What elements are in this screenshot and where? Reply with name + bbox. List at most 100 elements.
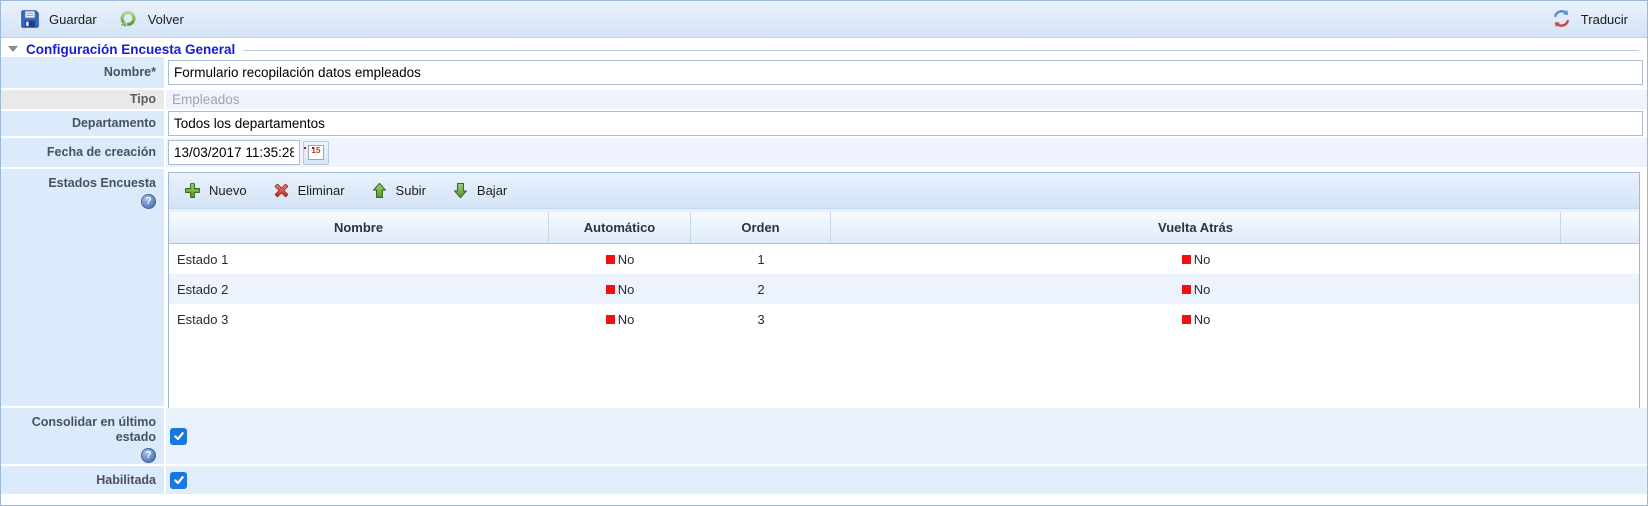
consolidar-label-cell: Consolidar en último estado ? (1, 408, 164, 466)
fieldset-border-line (243, 50, 1639, 51)
fecha-field-cell: 15 (164, 138, 1647, 169)
cell-nombre: Estado 2 (169, 274, 549, 304)
form-row-nombre: Nombre* (1, 57, 1647, 90)
grid-empty-area (169, 334, 1639, 408)
grid-up-label: Subir (396, 183, 426, 198)
survey-config-window: Guardar Volver (0, 0, 1648, 506)
habilitada-checkbox[interactable] (170, 472, 187, 489)
red-cross-icon (273, 182, 290, 199)
departamento-label-cell: Departamento (1, 111, 164, 138)
form-row-fecha: Fecha de creación 15 (1, 138, 1647, 169)
red-square-icon (606, 255, 615, 264)
nombre-label-cell: Nombre* (1, 57, 164, 90)
red-square-icon (606, 315, 615, 324)
collapse-fieldset-icon[interactable] (8, 46, 18, 52)
fecha-label-cell: Fecha de creación (1, 138, 164, 169)
estados-field-cell: Nuevo Eliminar (164, 169, 1647, 408)
form-row-departamento: Departamento (1, 111, 1647, 138)
table-row-estado-2[interactable]: Estado 2 No 2 No (169, 274, 1639, 304)
departamento-input[interactable] (168, 111, 1643, 136)
back-button[interactable]: Volver (112, 6, 191, 32)
cell-automatico: No (549, 244, 691, 274)
arrow-down-icon (452, 182, 469, 199)
consolidar-label: Consolidar en último estado (6, 415, 156, 445)
column-header-filler (1561, 212, 1639, 243)
back-button-label: Volver (148, 12, 184, 27)
estados-help-icon[interactable]: ? (141, 194, 156, 209)
grid-delete-button[interactable]: Eliminar (265, 179, 353, 202)
consolidar-field-cell (164, 408, 1647, 466)
translate-button-label: Traducir (1581, 12, 1628, 27)
habilitada-label: Habilitada (96, 473, 156, 488)
estados-label: Estados Encuesta (48, 176, 156, 191)
cell-nombre: Estado 3 (169, 304, 549, 334)
cell-vuelta-atras-text: No (1194, 282, 1211, 297)
fecha-label: Fecha de creación (47, 145, 156, 160)
translate-button[interactable]: Traducir (1545, 6, 1635, 32)
column-header-automatico[interactable]: Automático (549, 212, 691, 243)
cell-automatico: No (549, 304, 691, 334)
grid-down-button[interactable]: Bajar (444, 179, 515, 202)
form-row-estados: Estados Encuesta ? (1, 169, 1647, 408)
table-row-estado-3[interactable]: Estado 3 No 3 No (169, 304, 1639, 334)
grid-up-button[interactable]: Subir (363, 179, 434, 202)
form-row-consolidar: Consolidar en último estado ? (1, 408, 1647, 466)
nombre-field-cell (164, 57, 1647, 90)
plus-icon (184, 182, 201, 199)
red-square-icon (606, 285, 615, 294)
table-row-estado-1[interactable]: Estado 1 No 1 No (169, 244, 1639, 274)
grid-new-label: Nuevo (209, 183, 247, 198)
fieldset-legend-row: Configuración Encuesta General (1, 38, 1647, 57)
cell-vuelta-atras-text: No (1194, 312, 1211, 327)
calendar-icon: 15 (308, 145, 324, 160)
nombre-label: Nombre* (104, 65, 156, 80)
bottom-filler (1, 496, 1647, 505)
cell-vuelta-atras: No (831, 304, 1561, 334)
cell-vuelta-atras-text: No (1194, 252, 1211, 267)
grid-new-button[interactable]: Nuevo (176, 179, 255, 202)
grid-toolbar: Nuevo Eliminar (169, 173, 1639, 209)
habilitada-field-cell (164, 466, 1647, 496)
red-square-icon (1182, 255, 1191, 264)
column-header-nombre[interactable]: Nombre (169, 212, 549, 243)
fecha-input[interactable] (168, 140, 300, 165)
cell-orden: 3 (691, 304, 831, 334)
column-header-vuelta-atras[interactable]: Vuelta Atrás (831, 212, 1561, 243)
form-row-habilitada: Habilitada (1, 466, 1647, 496)
cell-vuelta-atras: No (831, 244, 1561, 274)
calendar-trigger-button[interactable]: 15 (303, 141, 329, 165)
departamento-field-cell (164, 111, 1647, 138)
translate-icon (1552, 9, 1572, 29)
cell-nombre: Estado 1 (169, 244, 549, 274)
back-arrow-icon (119, 9, 139, 29)
cell-orden: 2 (691, 274, 831, 304)
tipo-value: Empleados (168, 92, 240, 107)
estados-grid: Nuevo Eliminar (168, 172, 1640, 409)
departamento-label: Departamento (72, 116, 156, 131)
cell-automatico: No (549, 274, 691, 304)
cell-automatico-text: No (618, 312, 635, 327)
checkmark-icon (173, 430, 185, 442)
save-button[interactable]: Guardar (13, 6, 104, 32)
estados-label-cell: Estados Encuesta ? (1, 169, 164, 408)
nombre-input[interactable] (168, 60, 1643, 85)
grid-down-label: Bajar (477, 183, 507, 198)
fieldset-legend-title: Configuración Encuesta General (26, 42, 235, 57)
red-square-icon (1182, 285, 1191, 294)
red-square-icon (1182, 315, 1191, 324)
cell-vuelta-atras: No (831, 274, 1561, 304)
tipo-label-cell: Tipo (1, 90, 164, 111)
cell-automatico-text: No (618, 282, 635, 297)
tipo-label: Tipo (130, 92, 156, 107)
consolidar-help-icon[interactable]: ? (141, 448, 156, 463)
grid-header-row: Nombre Automático Orden Vuelta Atrás (169, 212, 1639, 244)
grid-delete-label: Eliminar (298, 183, 345, 198)
column-header-orden[interactable]: Orden (691, 212, 831, 243)
consolidar-checkbox[interactable] (170, 428, 187, 445)
form-row-tipo: Tipo Empleados (1, 90, 1647, 111)
habilitada-label-cell: Habilitada (1, 466, 164, 496)
arrow-up-icon (371, 182, 388, 199)
cell-orden: 1 (691, 244, 831, 274)
cell-automatico-text: No (618, 252, 635, 267)
save-floppy-icon (20, 9, 40, 29)
